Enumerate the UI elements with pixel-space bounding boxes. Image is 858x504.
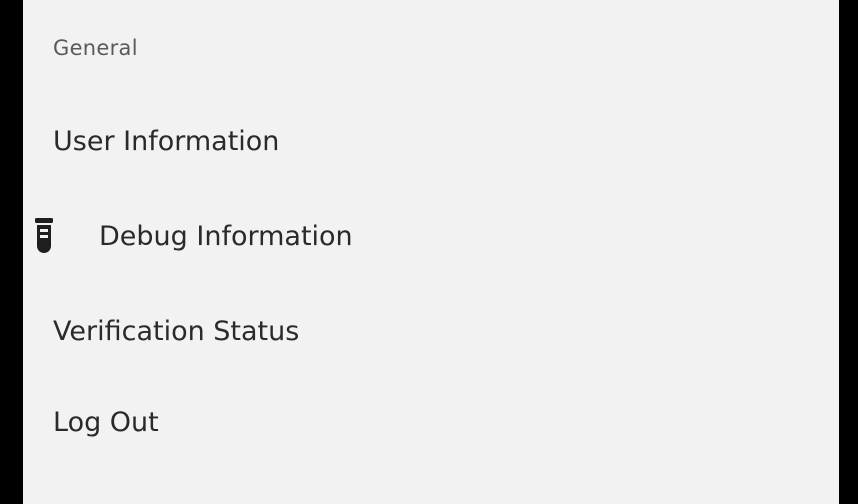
menu-item-log-out[interactable]: Log Out bbox=[23, 391, 839, 453]
menu-item-label: Verification Status bbox=[53, 315, 300, 347]
menu-item-user-information[interactable]: User Information bbox=[23, 110, 839, 172]
menu-item-verification-status[interactable]: Verification Status bbox=[23, 300, 839, 362]
menu-item-debug-information[interactable]: Debug Information bbox=[23, 205, 839, 267]
test-tube-icon bbox=[34, 217, 54, 255]
menu-item-label: User Information bbox=[53, 125, 280, 157]
section-header-general: General bbox=[53, 36, 138, 60]
menu-item-label: Log Out bbox=[53, 406, 159, 438]
screen-frame: General User Information Debug Informati… bbox=[0, 0, 858, 504]
settings-menu-panel: General User Information Debug Informati… bbox=[23, 0, 839, 504]
menu-item-label: Debug Information bbox=[99, 220, 353, 252]
